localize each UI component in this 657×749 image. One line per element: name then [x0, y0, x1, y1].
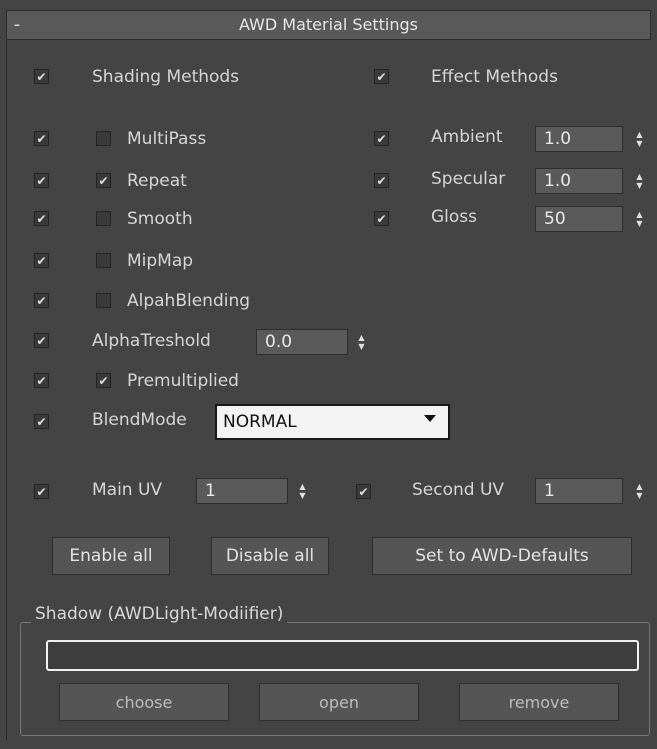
mipmap-enable-checkbox[interactable]: ✔	[34, 253, 49, 268]
shadow-modifier-field[interactable]	[46, 640, 639, 671]
checkmark-icon: ✔	[36, 173, 47, 188]
multipass-enable-checkbox[interactable]: ✔	[34, 131, 49, 146]
gloss-label: Gloss	[431, 207, 478, 227]
shadow-group-title: Shadow (AWDLight-Modiifier)	[31, 603, 288, 625]
checkmark-icon: ✔	[36, 414, 47, 429]
shading-methods-checkbox[interactable]: ✔	[34, 69, 49, 84]
checkmark-icon: ✔	[376, 211, 387, 226]
second-uv-spinner[interactable]: ▲ ▼	[632, 478, 647, 504]
specular-checkbox[interactable]: ✔	[374, 173, 389, 188]
alpha-threshold-input[interactable]: 0.0	[256, 329, 348, 355]
main-uv-input[interactable]: 1	[196, 478, 288, 504]
checkmark-icon: ✔	[36, 293, 47, 308]
blendmode-label: BlendMode	[92, 410, 187, 430]
main-uv-checkbox[interactable]: ✔	[34, 484, 49, 499]
repeat-enable-checkbox[interactable]: ✔	[34, 173, 49, 188]
alphablending-label: AlpahBlending	[127, 291, 251, 311]
checkmark-icon: ✔	[36, 211, 47, 226]
alpha-threshold-label: AlphaTreshold	[92, 331, 211, 351]
blendmode-dropdown[interactable]: NORMAL	[215, 404, 450, 440]
gloss-checkbox[interactable]: ✔	[374, 211, 389, 226]
specular-spinner[interactable]: ▲ ▼	[632, 168, 647, 194]
checkmark-icon: ✔	[376, 173, 387, 188]
smooth-checkbox[interactable]	[96, 211, 111, 226]
premultiplied-checkbox[interactable]: ✔	[96, 373, 111, 388]
main-uv-label: Main UV	[92, 480, 163, 500]
repeat-checkbox[interactable]: ✔	[96, 173, 111, 188]
ambient-input[interactable]: 1.0	[535, 126, 623, 152]
blendmode-enable-checkbox[interactable]: ✔	[34, 414, 49, 429]
repeat-label: Repeat	[127, 171, 187, 191]
mipmap-checkbox[interactable]	[96, 253, 111, 268]
rollout-title: AWD Material Settings	[238, 15, 418, 34]
checkmark-icon: ✔	[36, 131, 47, 146]
premultiplied-label: Premultiplied	[127, 371, 239, 391]
checkmark-icon: ✔	[36, 373, 47, 388]
mipmap-label: MipMap	[127, 251, 194, 271]
disable-all-button[interactable]: Disable all	[211, 537, 329, 575]
shading-methods-label: Shading Methods	[92, 67, 240, 87]
panel-left-border	[6, 40, 7, 740]
dropdown-arrow-icon[interactable]	[424, 415, 436, 422]
checkmark-icon: ✔	[358, 484, 369, 499]
alphablending-checkbox[interactable]	[96, 293, 111, 308]
ambient-checkbox[interactable]: ✔	[374, 131, 389, 146]
checkmark-icon: ✔	[98, 373, 109, 388]
main-uv-spinner[interactable]: ▲ ▼	[295, 478, 310, 504]
smooth-label: Smooth	[127, 209, 193, 229]
multipass-label: MultiPass	[127, 129, 207, 149]
set-awd-defaults-button[interactable]: Set to AWD-Defaults	[372, 537, 632, 575]
blendmode-value: NORMAL	[223, 412, 297, 432]
alphablending-enable-checkbox[interactable]: ✔	[34, 293, 49, 308]
ambient-label: Ambient	[431, 127, 503, 147]
second-uv-input[interactable]: 1	[535, 478, 623, 504]
alpha-threshold-enable-checkbox[interactable]: ✔	[34, 333, 49, 348]
effect-methods-checkbox[interactable]: ✔	[374, 69, 389, 84]
second-uv-label: Second UV	[412, 480, 505, 500]
premultiplied-enable-checkbox[interactable]: ✔	[34, 373, 49, 388]
enable-all-button[interactable]: Enable all	[52, 537, 170, 575]
checkmark-icon: ✔	[36, 333, 47, 348]
smooth-enable-checkbox[interactable]: ✔	[34, 211, 49, 226]
alpha-threshold-spinner[interactable]: ▲ ▼	[354, 329, 369, 355]
effect-methods-label: Effect Methods	[431, 67, 558, 87]
checkmark-icon: ✔	[36, 69, 47, 84]
remove-button[interactable]: remove	[459, 683, 619, 721]
gloss-input[interactable]: 50	[535, 206, 623, 232]
checkmark-icon: ✔	[36, 484, 47, 499]
checkmark-icon: ✔	[376, 69, 387, 84]
checkmark-icon: ✔	[36, 253, 47, 268]
choose-button[interactable]: choose	[59, 683, 229, 721]
open-button[interactable]: open	[259, 683, 419, 721]
checkmark-icon: ✔	[376, 131, 387, 146]
second-uv-checkbox[interactable]: ✔	[356, 484, 371, 499]
ambient-spinner[interactable]: ▲ ▼	[632, 126, 647, 152]
specular-input[interactable]: 1.0	[535, 168, 623, 194]
specular-label: Specular	[431, 169, 506, 189]
checkmark-icon: ✔	[98, 173, 109, 188]
gloss-spinner[interactable]: ▲ ▼	[632, 206, 647, 232]
multipass-checkbox[interactable]	[96, 131, 111, 146]
